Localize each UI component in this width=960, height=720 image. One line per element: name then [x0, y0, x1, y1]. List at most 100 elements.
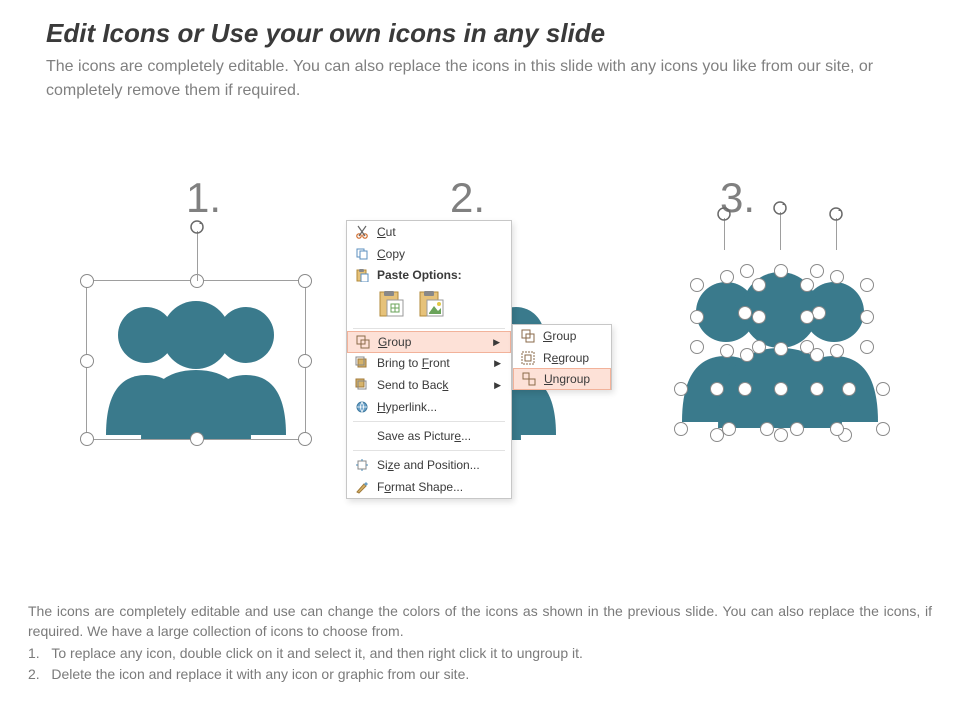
resize-handle[interactable]: [760, 422, 774, 436]
menu-item-copy[interactable]: Copy: [347, 243, 511, 265]
menu-separator: [353, 328, 505, 329]
resize-handle[interactable]: [800, 310, 814, 324]
resize-handle[interactable]: [298, 432, 312, 446]
rotate-handle[interactable]: [772, 200, 788, 216]
rotate-handle[interactable]: [828, 206, 844, 222]
context-menu: Cut Copy Paste Options:: [346, 220, 512, 499]
menu-item-bring-to-front[interactable]: Bring to Front ▶: [347, 352, 511, 374]
resize-handle[interactable]: [80, 354, 94, 368]
column-number-1: 1.: [186, 174, 221, 222]
menu-separator: [353, 450, 505, 451]
resize-handle[interactable]: [752, 340, 766, 354]
menu-item-size-position[interactable]: Size and Position...: [347, 454, 511, 476]
menu-label: Cut: [377, 225, 396, 239]
resize-handle[interactable]: [876, 422, 890, 436]
resize-handle[interactable]: [738, 306, 752, 320]
paste-option-picture[interactable]: [417, 289, 447, 319]
resize-handle[interactable]: [830, 270, 844, 284]
column-number-2: 2.: [450, 174, 485, 222]
page-title: Edit Icons or Use your own icons in any …: [0, 0, 960, 49]
menu-label: Hyperlink...: [377, 400, 437, 414]
bottom-instructions: The icons are completely editable and us…: [0, 601, 960, 684]
resize-handle[interactable]: [298, 354, 312, 368]
ungrouped-handles: [660, 250, 900, 440]
resize-handle[interactable]: [740, 264, 754, 278]
resize-handle[interactable]: [690, 340, 704, 354]
page-subtitle: The icons are completely editable. You c…: [0, 49, 960, 103]
resize-handle[interactable]: [876, 382, 890, 396]
menu-label: Format Shape...: [377, 480, 463, 494]
resize-handle[interactable]: [790, 422, 804, 436]
submenu-item-regroup[interactable]: Regroup: [513, 347, 611, 369]
resize-handle[interactable]: [752, 310, 766, 324]
resize-handle[interactable]: [674, 382, 688, 396]
resize-handle[interactable]: [860, 340, 874, 354]
menu-item-hyperlink[interactable]: Hyperlink...: [347, 396, 511, 418]
resize-handle[interactable]: [710, 428, 724, 442]
step-number: 2.: [28, 666, 40, 682]
resize-handle[interactable]: [774, 264, 788, 278]
rotate-connector: [197, 231, 198, 281]
resize-handle[interactable]: [80, 274, 94, 288]
resize-handle[interactable]: [860, 310, 874, 324]
group-icon: [519, 328, 537, 344]
menu-item-group[interactable]: Group ▶: [347, 331, 511, 353]
menu-item-save-as-picture[interactable]: Save as Picture...: [347, 425, 511, 447]
resize-handle[interactable]: [690, 278, 704, 292]
rotate-handle[interactable]: [716, 206, 732, 222]
resize-handle[interactable]: [298, 274, 312, 288]
resize-handle[interactable]: [830, 344, 844, 358]
submenu-label: Group: [543, 329, 576, 343]
step-text: To replace any icon, double click on it …: [51, 645, 583, 661]
format-shape-icon: [353, 479, 371, 495]
menu-separator: [353, 421, 505, 422]
regroup-icon: [519, 350, 537, 366]
rotate-handle[interactable]: [189, 219, 205, 235]
paste-option-keep-formatting[interactable]: [377, 289, 407, 319]
menu-label: Size and Position...: [377, 458, 480, 472]
resize-handle[interactable]: [810, 382, 824, 396]
submenu-arrow-icon: ▶: [479, 337, 500, 348]
menu-item-format-shape[interactable]: Format Shape...: [347, 476, 511, 498]
bring-front-icon: [353, 355, 371, 371]
size-position-icon: [353, 457, 371, 473]
resize-handle[interactable]: [738, 382, 752, 396]
bottom-paragraph: The icons are completely editable and us…: [28, 603, 932, 639]
menu-item-paste-options: Paste Options:: [347, 265, 511, 285]
resize-handle[interactable]: [740, 348, 754, 362]
resize-handle[interactable]: [710, 382, 724, 396]
resize-handle[interactable]: [774, 342, 788, 356]
resize-handle[interactable]: [860, 278, 874, 292]
resize-handle[interactable]: [720, 270, 734, 284]
resize-handle[interactable]: [774, 382, 788, 396]
submenu-arrow-icon: ▶: [480, 358, 501, 369]
rotate-connector: [836, 218, 837, 250]
slide-stage: 1. 2. 3.: [0, 150, 960, 530]
menu-item-cut[interactable]: Cut: [347, 221, 511, 243]
resize-handle[interactable]: [800, 278, 814, 292]
resize-handle[interactable]: [720, 344, 734, 358]
resize-handle[interactable]: [80, 432, 94, 446]
send-back-icon: [353, 377, 371, 393]
resize-handle[interactable]: [690, 310, 704, 324]
resize-handle[interactable]: [190, 432, 204, 446]
resize-handle[interactable]: [800, 340, 814, 354]
resize-handle[interactable]: [674, 422, 688, 436]
resize-handle[interactable]: [752, 278, 766, 292]
resize-handle[interactable]: [812, 306, 826, 320]
ungroup-icon: [520, 371, 538, 387]
submenu-arrow-icon: ▶: [480, 380, 501, 391]
submenu-item-ungroup[interactable]: Ungroup: [513, 368, 611, 390]
step-text: Delete the icon and replace it with any …: [51, 666, 469, 682]
menu-item-send-to-back[interactable]: Send to Back ▶: [347, 374, 511, 396]
resize-handle[interactable]: [722, 422, 736, 436]
resize-handle[interactable]: [842, 382, 856, 396]
resize-handle[interactable]: [830, 422, 844, 436]
resize-handle[interactable]: [774, 428, 788, 442]
selection-box-1[interactable]: [86, 280, 306, 440]
resize-handle[interactable]: [810, 264, 824, 278]
submenu-label: Ungroup: [544, 372, 590, 386]
menu-label: Bring to Front: [377, 356, 450, 370]
copy-icon: [353, 246, 371, 262]
submenu-item-group[interactable]: Group: [513, 325, 611, 347]
